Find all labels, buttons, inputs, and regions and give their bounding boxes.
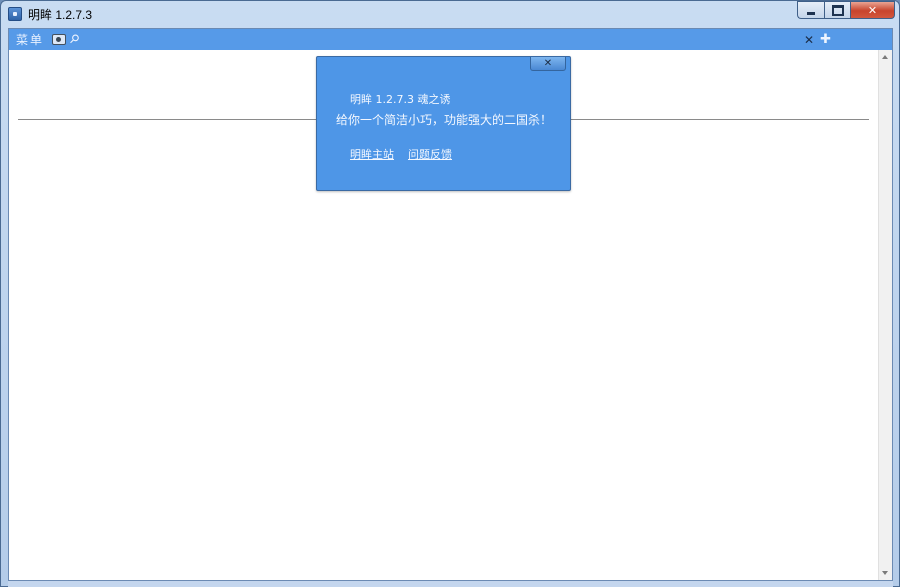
close-icon: ✕	[867, 3, 878, 17]
vertical-scrollbar[interactable]	[878, 50, 892, 580]
app-window: 明眸 1.2.7.3 ✕ 菜单 ⚲ ✕ ✚ ✕ 明眸 1.2.7.3 魂之诱 给…	[0, 0, 900, 587]
scroll-down-icon[interactable]	[882, 571, 888, 575]
maximize-icon	[831, 4, 844, 16]
minimize-icon	[807, 11, 815, 15]
popup-version-text: 明眸 1.2.7.3 魂之诱	[350, 93, 451, 106]
bottom-border	[8, 581, 893, 587]
popup-close-button[interactable]: ✕	[530, 57, 566, 71]
menu-button[interactable]: 菜单	[16, 31, 44, 48]
app-icon	[8, 7, 22, 21]
scroll-up-icon[interactable]	[882, 55, 888, 59]
add-tab-icon[interactable]: ✚	[820, 32, 831, 47]
minimize-button[interactable]	[797, 1, 824, 19]
toolbar: 菜单 ⚲ ✕ ✚	[9, 29, 892, 50]
popup-description: 给你一个简洁小巧，功能强大的二国杀！	[336, 113, 553, 127]
pin-icon[interactable]: ⚲	[66, 30, 86, 48]
popup-links: 明眸主站 问题反馈	[350, 146, 452, 162]
title-bar[interactable]: 明眸 1.2.7.3 ✕	[1, 1, 899, 27]
feedback-link[interactable]: 问题反馈	[408, 146, 452, 162]
about-popup: ✕ 明眸 1.2.7.3 魂之诱 给你一个简洁小巧，功能强大的二国杀！ 明眸主站…	[316, 56, 571, 191]
tab-controls: ✕ ✚	[804, 32, 831, 47]
window-title: 明眸 1.2.7.3	[28, 8, 93, 22]
maximize-button[interactable]	[824, 1, 850, 19]
homepage-link[interactable]: 明眸主站	[350, 146, 394, 162]
close-tab-icon[interactable]: ✕	[804, 33, 814, 47]
window-controls: ✕	[797, 1, 895, 20]
camera-icon[interactable]	[52, 34, 67, 45]
close-button[interactable]: ✕	[850, 1, 895, 19]
